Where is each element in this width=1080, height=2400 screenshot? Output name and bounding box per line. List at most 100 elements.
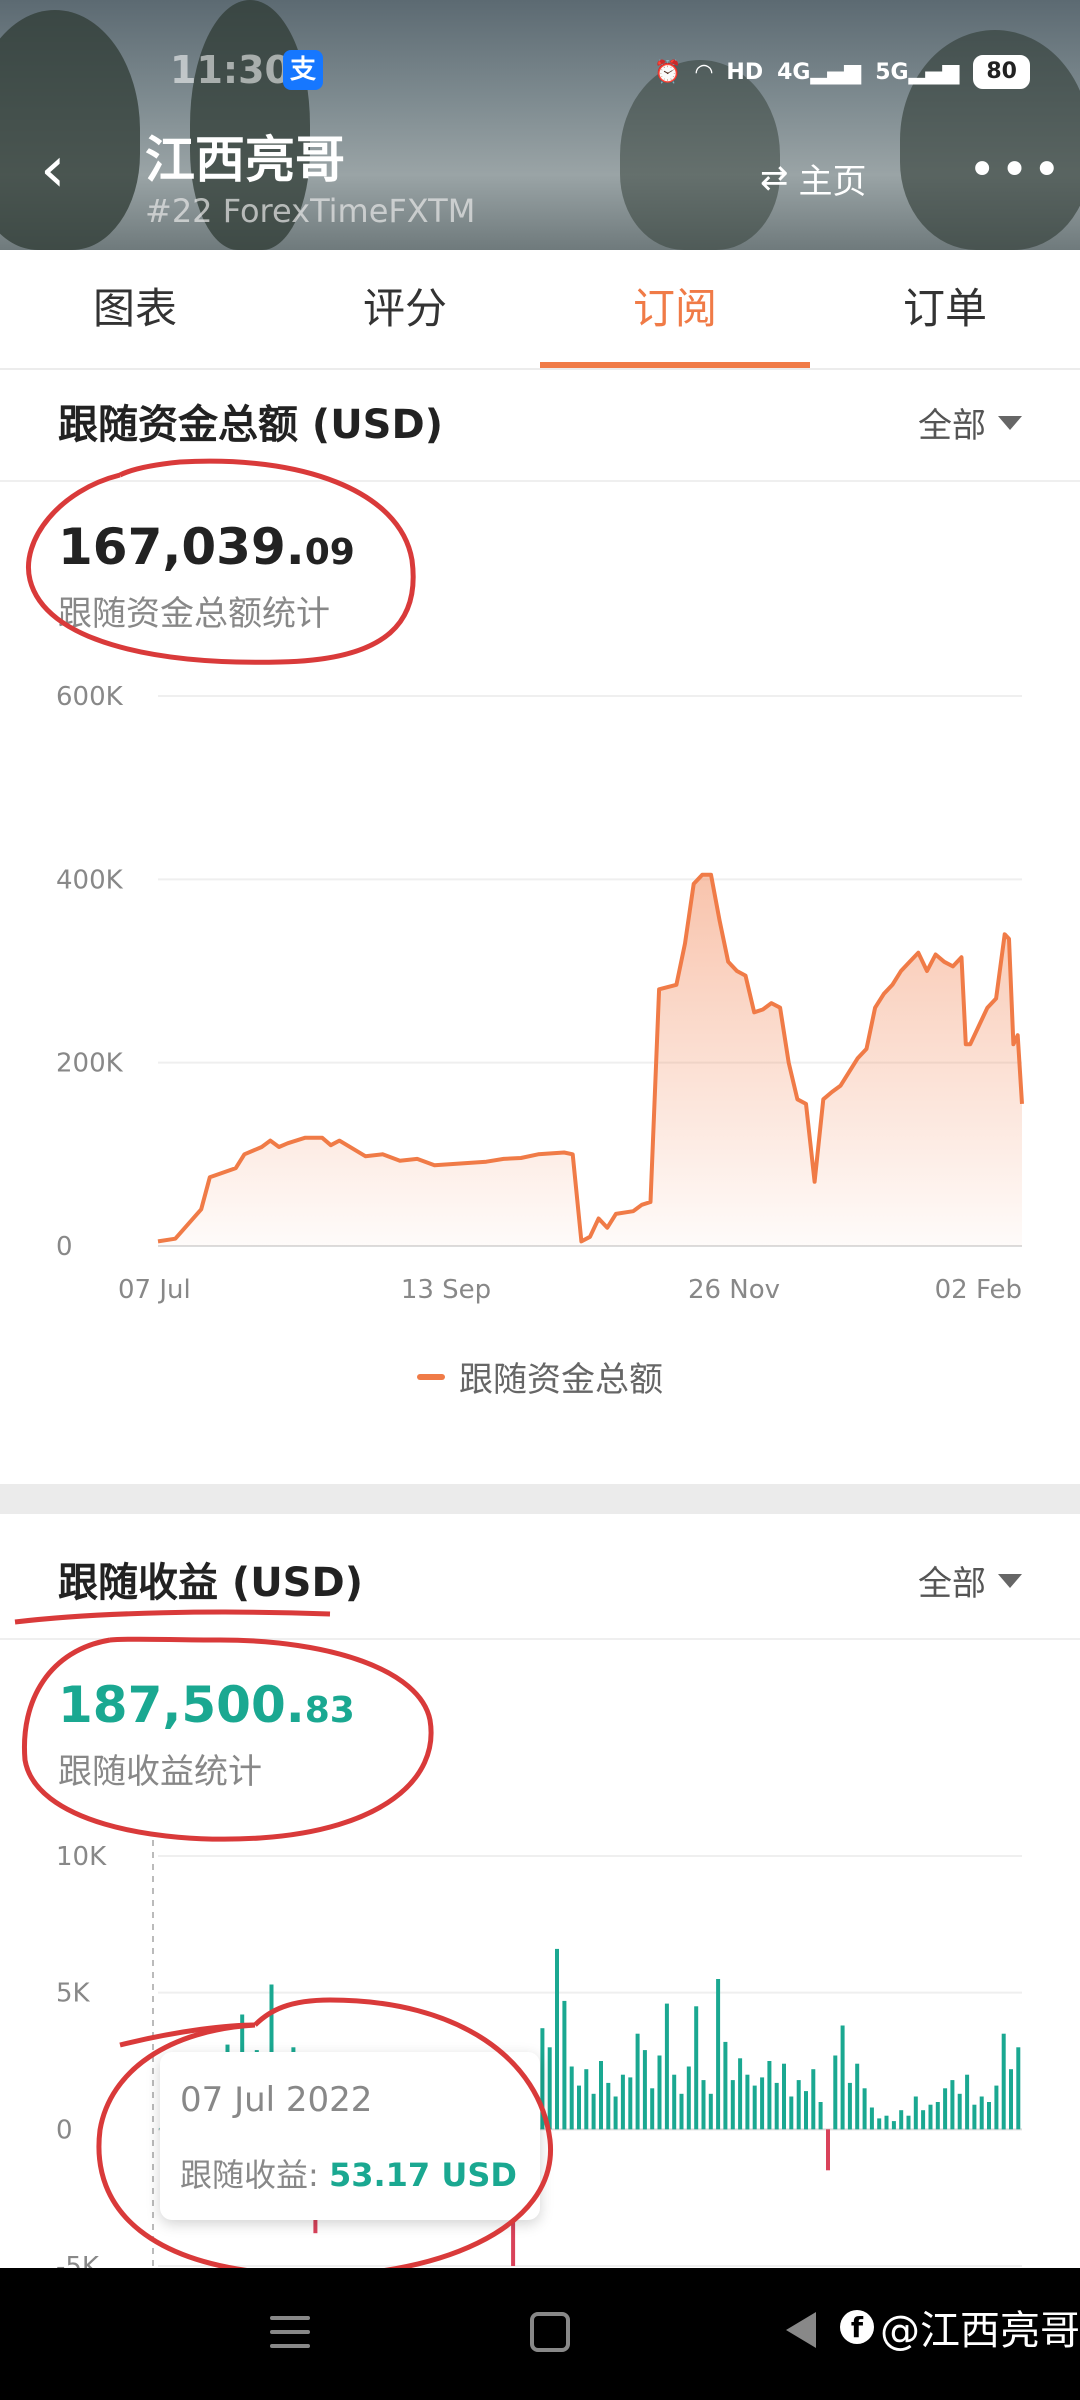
home-button-label: 主页 bbox=[798, 161, 867, 202]
profit-bar bbox=[686, 2066, 691, 2130]
profit-bar bbox=[891, 2121, 896, 2130]
divider bbox=[0, 1638, 1080, 1640]
profit-bar bbox=[899, 2110, 904, 2130]
more-options-button[interactable]: ••• bbox=[968, 146, 1065, 194]
profit-bar bbox=[642, 2050, 647, 2130]
divider bbox=[0, 480, 1080, 482]
profit-bar bbox=[650, 2088, 655, 2130]
tooltip-row: 跟随收益: 53.17 USD bbox=[180, 2150, 517, 2196]
tooltip-label: 跟随收益: bbox=[180, 2156, 319, 2194]
profit-bar bbox=[555, 1948, 559, 2130]
profit-bar bbox=[1009, 2069, 1013, 2130]
swap-arrows-icon: ⇄ bbox=[760, 158, 789, 198]
profit-section-title: 跟随收益 (USD) bbox=[58, 1560, 363, 1606]
legend-swatch bbox=[417, 1373, 445, 1380]
profit-bar bbox=[679, 2093, 684, 2130]
alarm-icon: ⏰ bbox=[654, 59, 682, 85]
profit-bar bbox=[745, 2074, 750, 2130]
status-time: 11:30 bbox=[170, 48, 291, 92]
profit-bar bbox=[796, 2080, 801, 2130]
profit-filter-dropdown[interactable]: 全部 bbox=[918, 1556, 1022, 1605]
annotation-underline bbox=[14, 1609, 331, 1625]
funds-filter-dropdown[interactable]: 全部 bbox=[918, 398, 1022, 447]
profit-bar bbox=[620, 2074, 625, 2130]
profit-bar bbox=[987, 2102, 991, 2130]
y-tick-label: 5K bbox=[56, 1979, 91, 2009]
funds-total-value: 167,039.09 bbox=[58, 518, 355, 576]
funds-chart-legend: 跟随资金总额 bbox=[0, 1352, 1080, 1401]
funds-filter-label: 全部 bbox=[918, 406, 986, 446]
profit-bar bbox=[723, 2041, 728, 2130]
profit-bar bbox=[782, 2063, 786, 2130]
profit-bar bbox=[547, 2047, 552, 2130]
tab-rating[interactable]: 评分 bbox=[270, 250, 540, 368]
watermark-text: @江西亮哥 bbox=[880, 2308, 1080, 2354]
profit-bar bbox=[862, 2088, 867, 2130]
profit-bar bbox=[913, 2096, 918, 2130]
home-nav-button[interactable] bbox=[530, 2312, 570, 2352]
y-tick-label: 10K bbox=[56, 1842, 107, 1872]
alipay-icon: 支 bbox=[283, 50, 323, 90]
profit-bar bbox=[606, 2082, 611, 2130]
annotation-circle bbox=[21, 1636, 434, 1842]
trader-name: 江西亮哥 bbox=[145, 131, 345, 189]
profit-bar bbox=[979, 2096, 984, 2130]
profit-bar bbox=[701, 2080, 706, 2130]
recent-apps-button[interactable] bbox=[270, 2316, 310, 2350]
funds-total-caption: 跟随资金总额统计 bbox=[58, 594, 330, 634]
signal-4g-icon: 4G▂▄▆ bbox=[777, 59, 862, 85]
profit-bar bbox=[869, 2107, 874, 2130]
profit-bar bbox=[591, 2093, 596, 2130]
funds-total-dec: 09 bbox=[304, 532, 355, 573]
loss-bar bbox=[826, 2129, 830, 2171]
status-bar: 11:30 支 ⏰ ◠ HD 4G▂▄▆ 5G▂▄▆ 80 bbox=[0, 40, 1080, 100]
profit-total-int: 187,500. bbox=[58, 1676, 305, 1734]
profit-bar bbox=[943, 2088, 948, 2130]
y-tick-label: -5K bbox=[56, 2252, 100, 2268]
profit-bar bbox=[584, 2069, 589, 2130]
profit-bar bbox=[921, 2110, 926, 2130]
profit-bar bbox=[540, 2028, 545, 2130]
profit-bar bbox=[628, 2077, 633, 2130]
back-button[interactable]: ‹ bbox=[40, 138, 110, 210]
profit-bar bbox=[562, 2000, 567, 2130]
tab-orders[interactable]: 订单 bbox=[810, 250, 1080, 368]
y-tick-label: 0 bbox=[56, 1232, 73, 1262]
profit-bar bbox=[774, 2082, 779, 2130]
signal-5g-icon: 5G▂▄▆ bbox=[875, 59, 960, 85]
x-tick-label: 13 Sep bbox=[401, 1275, 491, 1305]
profit-bar bbox=[804, 2091, 808, 2130]
back-nav-button[interactable] bbox=[786, 2312, 816, 2348]
section-separator bbox=[0, 1484, 1080, 1514]
profit-bar bbox=[716, 1979, 721, 2130]
profit-bar bbox=[840, 2025, 845, 2130]
profit-bar bbox=[635, 2033, 640, 2130]
profit-bar bbox=[811, 2069, 816, 2130]
profit-bar bbox=[789, 2096, 794, 2130]
profit-bar bbox=[935, 2102, 940, 2130]
profit-bar bbox=[957, 2093, 962, 2130]
tab-chart[interactable]: 图表 bbox=[0, 250, 270, 368]
profit-bar bbox=[833, 2055, 838, 2130]
trader-subtitle: #22 ForexTimeFXTM bbox=[145, 192, 476, 230]
tooltip-date: 07 Jul 2022 bbox=[180, 2080, 373, 2120]
status-icons: ⏰ ◠ HD 4G▂▄▆ 5G▂▄▆ 80 bbox=[654, 50, 1030, 94]
profit-bar bbox=[972, 2104, 977, 2130]
home-button[interactable]: ⇄ 主页 bbox=[760, 148, 867, 208]
profit-bar bbox=[884, 2115, 889, 2130]
system-navigation-bar: f @江西亮哥 bbox=[0, 2268, 1080, 2400]
profit-total-value: 187,500.83 bbox=[58, 1676, 355, 1734]
watermark: f @江西亮哥 bbox=[840, 2298, 1080, 2356]
profit-total-dec: 83 bbox=[304, 1690, 355, 1731]
profit-bar bbox=[760, 2077, 765, 2130]
tab-subscribe[interactable]: 订阅 bbox=[540, 250, 810, 368]
profile-header: 11:30 支 ⏰ ◠ HD 4G▂▄▆ 5G▂▄▆ 80 ‹ 江西亮哥 #22… bbox=[0, 0, 1080, 250]
profit-bar bbox=[738, 2058, 743, 2130]
legend-label: 跟随资金总额 bbox=[459, 1360, 663, 1400]
wifi-icon: ◠ bbox=[695, 59, 713, 85]
funds-total-int: 167,039. bbox=[58, 518, 305, 576]
profit-bar bbox=[928, 2104, 933, 2130]
chart-tooltip: 07 Jul 2022 跟随收益: 53.17 USD bbox=[160, 2052, 540, 2220]
x-tick-label: 02 Feb bbox=[935, 1275, 1022, 1305]
funds-area-chart[interactable]: 0 200K 400K 600K 07 Jul 13 Sep 26 Nov 02 Feb bbox=[0, 660, 1080, 1320]
